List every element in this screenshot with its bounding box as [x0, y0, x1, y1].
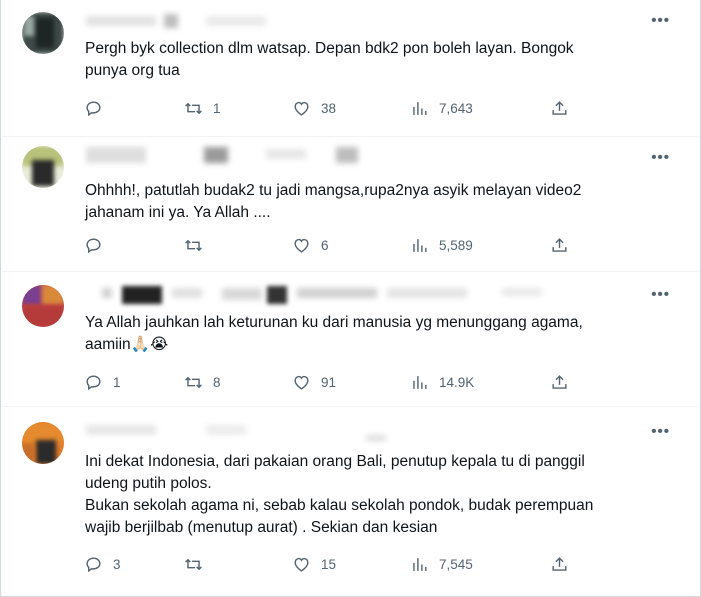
tweet-text: Ohhhh!, patutlah budak2 tu jadi mangsa,r…: [85, 180, 675, 224]
more-icon[interactable]: •••: [651, 12, 670, 29]
retweet-button[interactable]: [184, 234, 213, 256]
views-count: 5,589: [439, 237, 473, 253]
like-count: 15: [321, 556, 337, 572]
views-count: 14.9K: [439, 374, 475, 390]
retweet-button[interactable]: [184, 553, 213, 575]
more-icon[interactable]: •••: [651, 286, 670, 303]
reply-button[interactable]: 1: [84, 371, 121, 393]
author-name-redacted[interactable]: [86, 421, 406, 441]
tweet-text: Pergh byk collection dlm watsap. Depan b…: [85, 38, 675, 82]
retweet-count: 1: [213, 100, 221, 116]
share-icon: [552, 237, 567, 252]
reply-icon: [86, 237, 101, 253]
reply-button[interactable]: 3: [84, 553, 121, 575]
reply-icon: [86, 556, 101, 572]
reply-tweet-3[interactable]: ••• Ya Allah jauhkan lah keturunan ku da…: [2, 272, 700, 407]
reply-icon: [86, 100, 101, 116]
author-name-redacted[interactable]: [86, 145, 366, 165]
reply-button[interactable]: [84, 97, 113, 119]
tweet-text-line: aamiin🙏🏻😭: [85, 336, 169, 353]
tweet-text-line: Ohhhh!, patutlah budak2 tu jadi mangsa,r…: [85, 182, 582, 199]
share-icon: [552, 556, 567, 571]
share-button[interactable]: [550, 234, 569, 256]
reply-tweet-2[interactable]: ••• Ohhhh!, patutlah budak2 tu jadi mang…: [2, 137, 700, 272]
tweet-actions: 3 15 7,545: [80, 553, 580, 575]
like-button[interactable]: 15: [292, 553, 336, 575]
tweet-text-line: Bukan sekolah agama ni, sebab kalau seko…: [85, 497, 594, 514]
like-button[interactable]: 6: [292, 234, 329, 256]
retweet-icon: [185, 558, 202, 570]
heart-icon: [294, 101, 309, 116]
tweet-text-line: punya org tua: [85, 62, 180, 79]
tweet-actions: 6 5,589: [80, 234, 580, 256]
retweet-icon: [185, 376, 202, 388]
heart-icon: [294, 375, 309, 390]
views-button[interactable]: 7,545: [410, 553, 473, 575]
tweet-actions: 1 38 7,643: [80, 97, 580, 119]
author-name-redacted[interactable]: [102, 284, 562, 304]
tweet-text-line: jahanam ini ya. Ya Allah ....: [85, 204, 271, 221]
views-icon: [413, 101, 427, 115]
views-icon: [413, 238, 427, 252]
views-button[interactable]: 5,589: [410, 234, 473, 256]
tweet-text: Ini dekat Indonesia, dari pakaian orang …: [85, 451, 675, 539]
heart-icon: [294, 557, 309, 572]
more-icon[interactable]: •••: [651, 149, 670, 166]
views-count: 7,643: [439, 100, 473, 116]
reply-count: 1: [113, 374, 121, 390]
retweet-icon: [185, 102, 202, 114]
tweet-text-line: Pergh byk collection dlm watsap. Depan b…: [85, 40, 574, 57]
like-count: 38: [321, 100, 337, 116]
share-button[interactable]: [550, 97, 569, 119]
share-button[interactable]: [550, 553, 569, 575]
reply-tweet-1[interactable]: ••• Pergh byk collection dlm watsap. Dep…: [2, 0, 700, 137]
tweet-text-line: Ya Allah jauhkan lah keturunan ku dari m…: [85, 314, 583, 331]
reply-tweet-4[interactable]: ••• Ini dekat Indonesia, dari pakaian or…: [2, 407, 700, 596]
like-button[interactable]: 91: [292, 371, 336, 393]
tweet-text: Ya Allah jauhkan lah keturunan ku dari m…: [85, 312, 675, 356]
reply-thread: ••• Pergh byk collection dlm watsap. Dep…: [0, 0, 701, 597]
share-button[interactable]: [550, 371, 569, 393]
views-button[interactable]: 14.9K: [410, 371, 474, 393]
author-name-redacted[interactable]: [86, 12, 286, 32]
retweet-count: 8: [213, 374, 221, 390]
reply-icon: [86, 374, 101, 390]
tweet-text-line: wajib berjilbab (menutup aurat) . Sekian…: [85, 519, 438, 536]
avatar[interactable]: [22, 12, 64, 54]
views-icon: [413, 557, 427, 571]
avatar[interactable]: [22, 285, 64, 327]
like-count: 91: [321, 374, 337, 390]
avatar[interactable]: [22, 146, 64, 188]
like-count: 6: [321, 237, 329, 253]
views-button[interactable]: 7,643: [410, 97, 473, 119]
heart-icon: [294, 238, 309, 253]
tweet-actions: 1 8 91 14.9K: [80, 371, 580, 393]
like-button[interactable]: 38: [292, 97, 336, 119]
views-count: 7,545: [439, 556, 473, 572]
reply-button[interactable]: [84, 234, 113, 256]
reply-count: 3: [113, 556, 121, 572]
retweet-button[interactable]: 1: [184, 97, 221, 119]
share-icon: [552, 374, 567, 389]
more-icon[interactable]: •••: [651, 423, 670, 440]
views-icon: [413, 375, 427, 389]
tweet-text-line: Ini dekat Indonesia, dari pakaian orang …: [85, 453, 585, 470]
avatar[interactable]: [22, 422, 64, 464]
retweet-icon: [185, 239, 202, 251]
share-icon: [552, 100, 567, 115]
retweet-button[interactable]: 8: [184, 371, 221, 393]
tweet-text-line: udeng putih polos.: [85, 475, 212, 492]
